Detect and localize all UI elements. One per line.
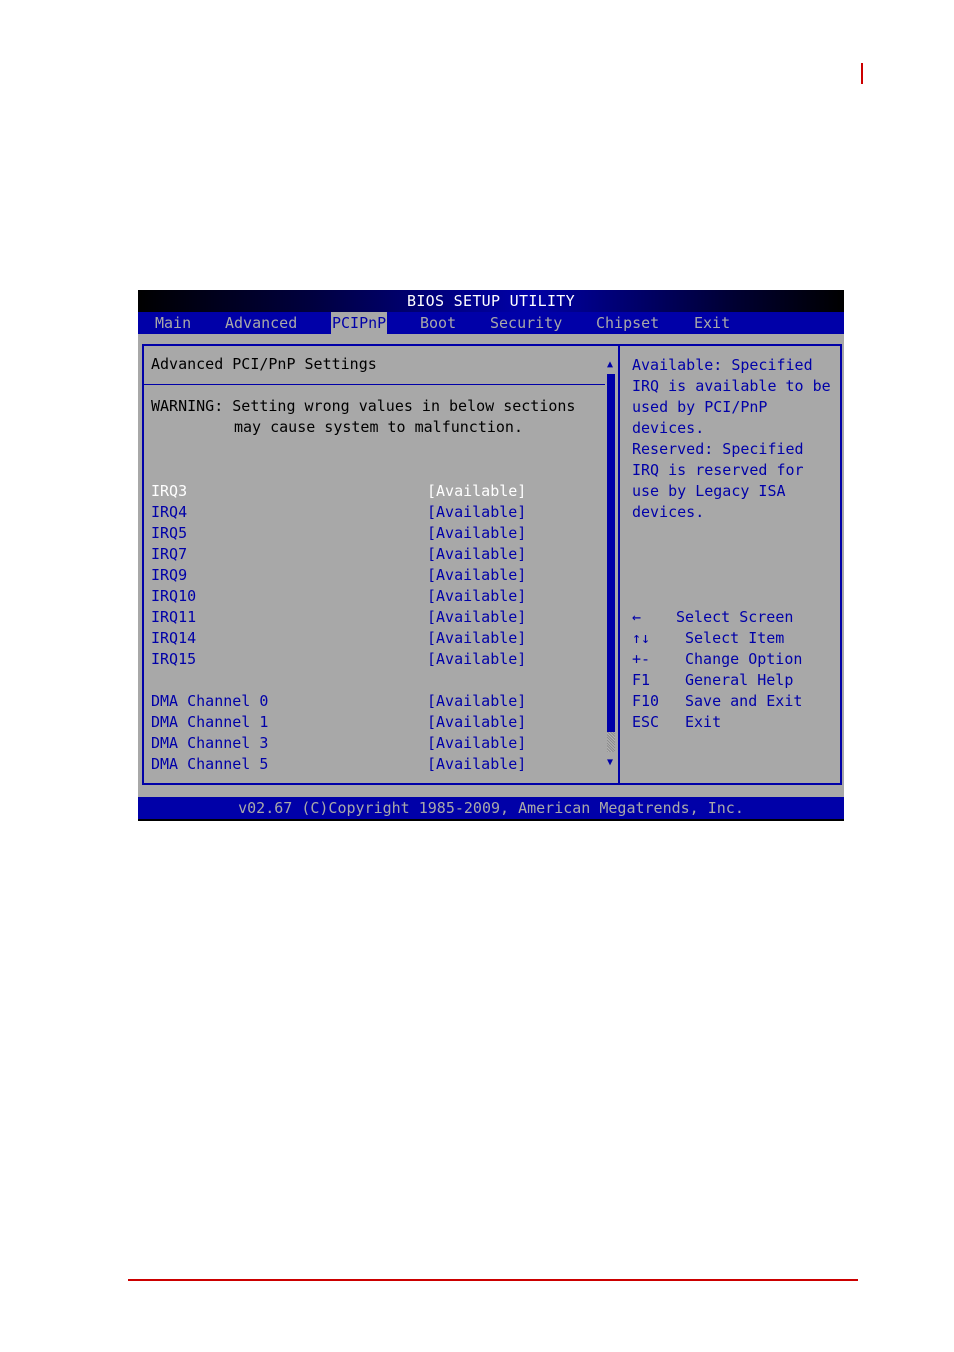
key-description: Save and Exit bbox=[685, 692, 803, 710]
tab-exit[interactable]: Exit bbox=[694, 312, 730, 334]
help-text-line: devices. bbox=[632, 503, 705, 521]
setting-value[interactable]: [Available] bbox=[427, 502, 526, 523]
setting-value[interactable]: [Available] bbox=[427, 628, 526, 649]
key-f10: F10 bbox=[632, 692, 660, 710]
irq15-setting[interactable]: IRQ15 [Available] bbox=[151, 649, 531, 670]
setting-value[interactable]: [Available] bbox=[427, 586, 526, 607]
dma-channel-5-setting[interactable]: DMA Channel 5 [Available] bbox=[151, 754, 531, 775]
setting-value[interactable]: [Available] bbox=[427, 712, 526, 733]
setting-value[interactable]: [Available] bbox=[427, 754, 526, 775]
scroll-down-arrow-icon[interactable]: ▼ bbox=[605, 758, 615, 768]
help-text-line: Available: Specified bbox=[632, 356, 813, 374]
setting-label: DMA Channel 3 bbox=[151, 734, 269, 752]
key-description: Change Option bbox=[685, 650, 803, 668]
setting-value[interactable]: [Available] bbox=[427, 649, 526, 670]
irq7-setting[interactable]: IRQ7 [Available] bbox=[151, 544, 531, 565]
setting-label: IRQ3 bbox=[151, 482, 188, 500]
setting-value[interactable]: [Available] bbox=[427, 481, 526, 502]
help-text-line: IRQ is available to be bbox=[632, 377, 831, 395]
setting-value[interactable]: [Available] bbox=[427, 565, 526, 586]
dma-channel-3-setting[interactable]: DMA Channel 3 [Available] bbox=[151, 733, 531, 754]
setting-label: IRQ15 bbox=[151, 650, 197, 668]
scrollbar-track[interactable] bbox=[607, 374, 615, 752]
irq10-setting[interactable]: IRQ10 [Available] bbox=[151, 586, 531, 607]
irq4-setting[interactable]: IRQ4 [Available] bbox=[151, 502, 531, 523]
help-text-line: devices. bbox=[632, 419, 705, 437]
help-text-line: Reserved: Specified bbox=[632, 440, 804, 458]
irq5-setting[interactable]: IRQ5 [Available] bbox=[151, 523, 531, 544]
tab-main[interactable]: Main bbox=[155, 312, 191, 334]
up-down-arrow-key-icon: ↑↓ bbox=[632, 629, 651, 647]
scrollbar-remaining[interactable] bbox=[607, 732, 615, 752]
plus-minus-key-icon: +- bbox=[632, 650, 651, 668]
setting-value[interactable]: [Available] bbox=[427, 733, 526, 754]
tab-chipset[interactable]: Chipset bbox=[596, 312, 659, 334]
section-divider bbox=[142, 384, 605, 385]
tab-advanced[interactable]: Advanced bbox=[225, 312, 297, 334]
key-f1: F1 bbox=[632, 671, 651, 689]
dma-channel-0-setting[interactable]: DMA Channel 0 [Available] bbox=[151, 691, 531, 712]
help-text-line: IRQ is reserved for bbox=[632, 461, 804, 479]
setting-value[interactable]: [Available] bbox=[427, 691, 526, 712]
setting-value[interactable]: [Available] bbox=[427, 523, 526, 544]
setting-label: DMA Channel 1 bbox=[151, 713, 269, 731]
key-description: Exit bbox=[685, 713, 722, 731]
copyright-footer: v02.67 (C)Copyright 1985-2009, American … bbox=[138, 797, 844, 819]
help-text-line: used by PCI/PnP bbox=[632, 398, 768, 416]
footer-rule bbox=[128, 1279, 858, 1281]
irq3-setting[interactable]: IRQ3 [Available] bbox=[151, 481, 531, 502]
setting-label: IRQ4 bbox=[151, 503, 188, 521]
setting-label: IRQ9 bbox=[151, 566, 188, 584]
bios-screenshot: BIOS SETUP UTILITY Main Advanced PCIPnP … bbox=[138, 290, 844, 821]
irq11-setting[interactable]: IRQ11 [Available] bbox=[151, 607, 531, 628]
key-esc: ESC bbox=[632, 713, 660, 731]
setting-value[interactable]: [Available] bbox=[427, 544, 526, 565]
tab-security[interactable]: Security bbox=[490, 312, 562, 334]
irq14-setting[interactable]: IRQ14 [Available] bbox=[151, 628, 531, 649]
tab-boot[interactable]: Boot bbox=[420, 312, 456, 334]
left-arrow-key-icon: ← bbox=[632, 608, 642, 626]
setting-label: IRQ14 bbox=[151, 629, 197, 647]
setting-label: DMA Channel 0 bbox=[151, 692, 269, 710]
section-title: Advanced PCI/PnP Settings bbox=[151, 355, 377, 373]
setting-label: IRQ7 bbox=[151, 545, 188, 563]
dma-channel-1-setting[interactable]: DMA Channel 1 [Available] bbox=[151, 712, 531, 733]
key-description: Select Screen bbox=[676, 608, 794, 626]
setting-label: IRQ11 bbox=[151, 608, 197, 626]
warning-line-2: may cause system to malfunction. bbox=[234, 418, 523, 436]
screen-bottom-edge bbox=[138, 819, 844, 821]
tab-pcipnp[interactable]: PCIPnP bbox=[331, 312, 388, 334]
bios-title: BIOS SETUP UTILITY bbox=[138, 290, 844, 312]
warning-line-1: WARNING: Setting wrong values in below s… bbox=[151, 397, 576, 415]
scroll-up-arrow-icon[interactable]: ▲ bbox=[605, 360, 615, 370]
menu-bar: Main Advanced PCIPnP Boot Security Chips… bbox=[138, 312, 844, 334]
setting-label: IRQ10 bbox=[151, 587, 197, 605]
irq9-setting[interactable]: IRQ9 [Available] bbox=[151, 565, 531, 586]
key-description: General Help bbox=[685, 671, 794, 689]
setting-label: DMA Channel 5 bbox=[151, 755, 269, 773]
help-text-line: use by Legacy ISA bbox=[632, 482, 786, 500]
setting-value[interactable]: [Available] bbox=[427, 607, 526, 628]
key-description: Select Item bbox=[685, 629, 785, 647]
setting-label: IRQ5 bbox=[151, 524, 188, 542]
page-marker bbox=[861, 63, 863, 84]
